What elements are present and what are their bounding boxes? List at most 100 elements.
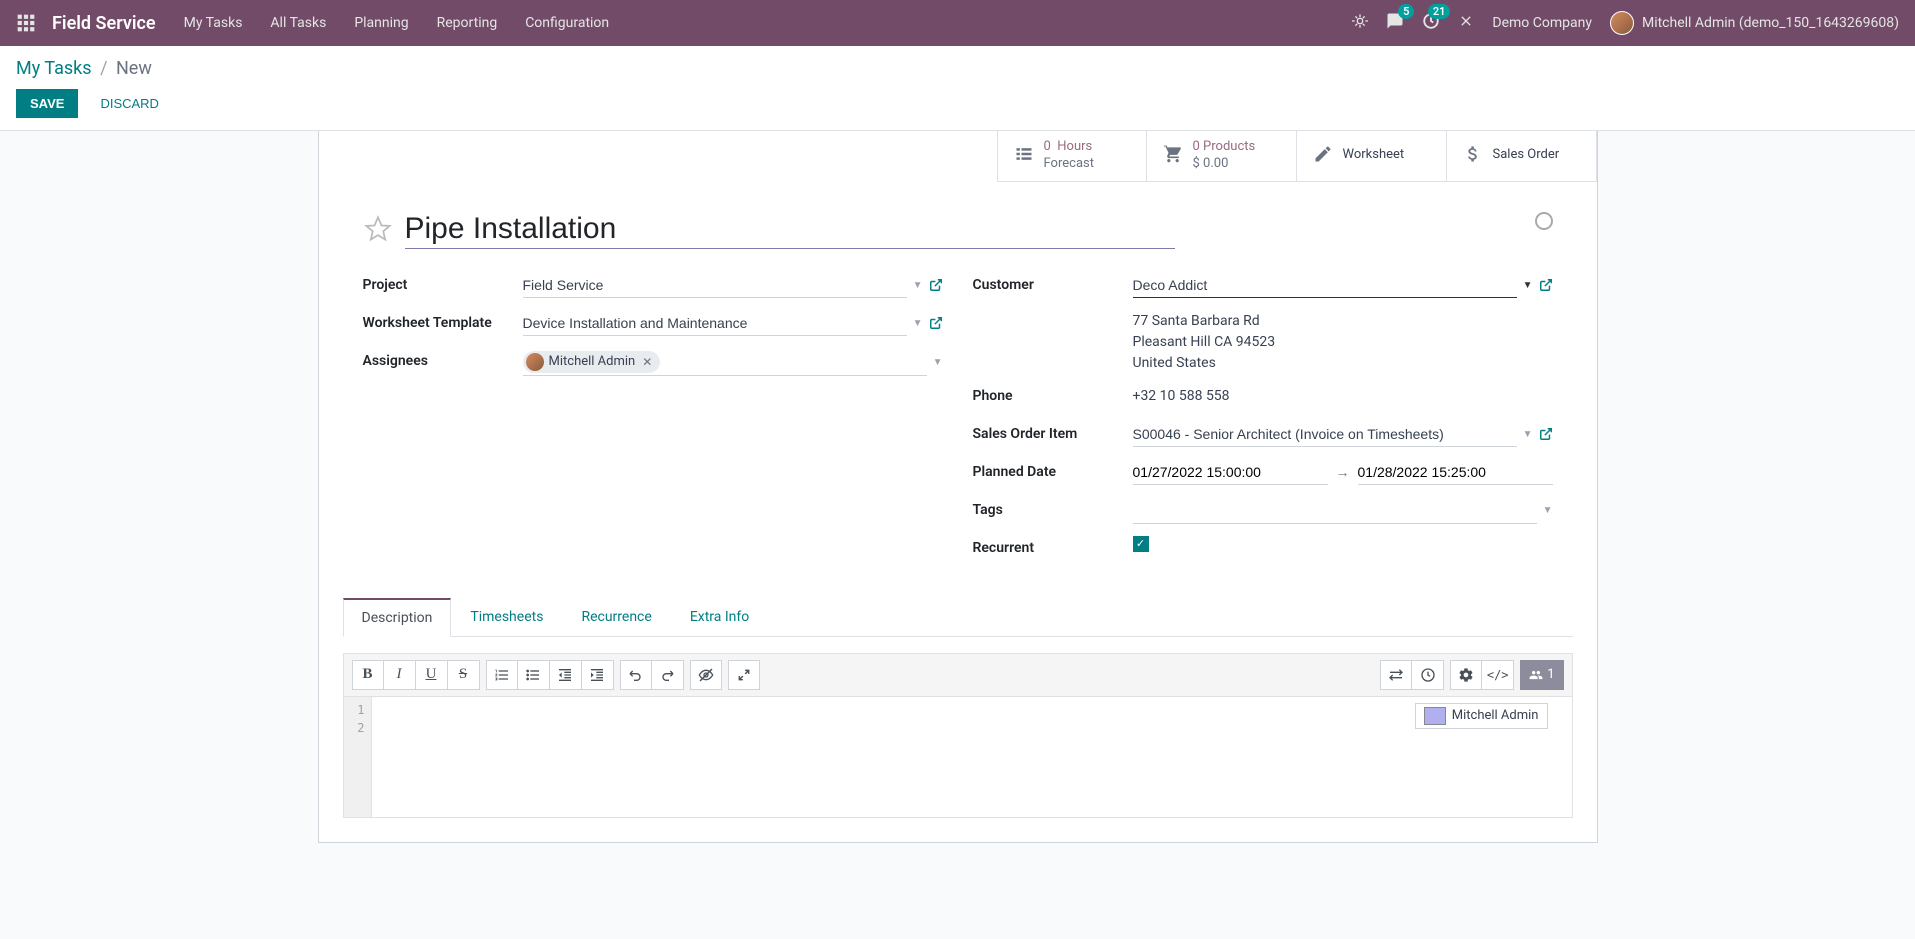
strike-button[interactable]: S [448,660,480,690]
phone-value: +32 10 588 558 [1133,384,1230,408]
nav-planning[interactable]: Planning [354,15,408,31]
fullscreen-button[interactable] [728,660,760,690]
task-title-input[interactable] [405,210,1175,249]
user-name: Mitchell Admin (demo_150_1643269608) [1642,15,1899,31]
external-link-icon[interactable] [929,278,943,292]
debug-icon[interactable] [1352,13,1368,33]
dollar-icon [1463,144,1483,168]
tags-field[interactable] [1133,498,1537,524]
tab-recurrence[interactable]: Recurrence [562,598,670,636]
editor-toolbar: B I U S [344,654,1572,697]
chevron-down-icon[interactable]: ▼ [1523,280,1533,291]
redo-button[interactable] [652,660,684,690]
kanban-state-icon[interactable] [1535,212,1553,230]
bold-button[interactable]: B [352,660,384,690]
breadcrumb: My Tasks / New [16,58,1899,79]
breadcrumb-current: New [116,58,152,79]
worksheet-template-field[interactable] [523,311,907,336]
stat-sales-order[interactable]: Sales Order [1447,131,1597,182]
collab-color-swatch [1424,707,1446,725]
nav-reporting[interactable]: Reporting [437,15,498,31]
label-customer: Customer [973,273,1133,293]
save-button[interactable]: SAVE [16,89,78,118]
nav-configuration[interactable]: Configuration [525,15,609,31]
messaging-badge: 5 [1398,4,1414,19]
code-button[interactable]: </> [1482,660,1514,690]
settings-button[interactable] [1450,660,1482,690]
messaging-icon[interactable]: 5 [1386,12,1404,34]
editor-gutter: 1 2 [344,697,372,817]
ul-button[interactable] [518,660,550,690]
label-sales-order-item: Sales Order Item [973,422,1133,442]
label-worksheet-template: Worksheet Template [363,311,523,331]
visibility-button[interactable] [690,660,722,690]
app-title[interactable]: Field Service [52,13,156,34]
control-panel: My Tasks / New SAVE DISCARD [0,46,1915,131]
breadcrumb-sep: / [100,58,107,79]
chevron-down-icon[interactable]: ▼ [933,357,943,368]
user-avatar [1610,11,1634,35]
collab-user-chip[interactable]: Mitchell Admin [1415,703,1548,729]
stat-hours[interactable]: 0 Hours Forecast [997,131,1147,182]
cp-buttons: SAVE DISCARD [16,89,1899,118]
chevron-down-icon[interactable]: ▼ [1523,429,1533,440]
label-planned-date: Planned Date [973,460,1133,480]
assignee-tag[interactable]: Mitchell Admin ✕ [523,351,661,373]
arrow-right-icon: → [1336,464,1350,481]
ol-button[interactable] [486,660,518,690]
project-field[interactable] [523,273,907,298]
form-body: Project ▼ Worksheet Template [343,273,1573,574]
notebook-tabs: Description Timesheets Recurrence Extra … [343,598,1573,637]
topbar-right: 5 21 Demo Company Mitchell Admin (demo_1… [1352,11,1899,35]
chevron-down-icon[interactable]: ▼ [913,318,923,329]
tools-icon[interactable] [1458,13,1474,33]
priority-star-icon[interactable] [363,214,393,244]
label-tags: Tags [973,498,1133,518]
customer-field[interactable] [1133,273,1517,298]
top-navbar: Field Service My Tasks All Tasks Plannin… [0,0,1915,46]
remove-tag-icon[interactable]: ✕ [642,355,652,369]
history-button[interactable] [1412,660,1444,690]
collab-users-button[interactable]: 1 [1520,660,1563,690]
tab-timesheets[interactable]: Timesheets [451,598,562,636]
external-link-icon[interactable] [1539,278,1553,292]
editor-body: 1 2 Mitchell Admin [344,697,1572,817]
external-link-icon[interactable] [929,316,943,330]
underline-button[interactable]: U [416,660,448,690]
planned-date-from[interactable] [1133,460,1328,485]
stat-worksheet[interactable]: Worksheet [1297,131,1447,182]
tab-description[interactable]: Description [343,598,452,637]
italic-button[interactable]: I [384,660,416,690]
editor-textarea[interactable]: Mitchell Admin [372,697,1572,817]
description-editor: B I U S [343,653,1573,818]
external-link-icon[interactable] [1539,427,1553,441]
nav-my-tasks[interactable]: My Tasks [184,15,243,31]
undo-button[interactable] [620,660,652,690]
tab-extra-info[interactable]: Extra Info [671,598,768,636]
apps-icon[interactable] [16,13,36,33]
nav-all-tasks[interactable]: All Tasks [270,15,326,31]
nav-menu: My Tasks All Tasks Planning Reporting Co… [184,15,610,31]
form-sheet: 0 Hours Forecast 0 Products $ 0.00 [319,131,1597,842]
stat-button-box: 0 Hours Forecast 0 Products $ 0.00 [319,131,1597,182]
recurrent-checkbox[interactable]: ✓ [1133,536,1149,552]
indent-button[interactable] [582,660,614,690]
company-selector[interactable]: Demo Company [1492,15,1592,31]
cart-icon [1163,144,1183,168]
activities-icon[interactable]: 21 [1422,12,1440,34]
breadcrumb-root[interactable]: My Tasks [16,58,92,79]
stat-products[interactable]: 0 Products $ 0.00 [1147,131,1297,182]
chevron-down-icon[interactable]: ▼ [1543,505,1553,516]
label-recurrent: Recurrent [973,536,1133,556]
discard-button[interactable]: DISCARD [86,89,173,118]
customer-address: 77 Santa Barbara Rd Pleasant Hill CA 945… [1133,311,1276,374]
sales-order-item-field[interactable] [1133,422,1517,447]
assignees-field[interactable]: Mitchell Admin ✕ [523,349,927,376]
assignee-name: Mitchell Admin [549,354,636,369]
planned-date-to[interactable] [1358,460,1553,485]
avatar-icon [526,353,544,371]
user-menu[interactable]: Mitchell Admin (demo_150_1643269608) [1610,11,1899,35]
swap-button[interactable] [1380,660,1412,690]
outdent-button[interactable] [550,660,582,690]
chevron-down-icon[interactable]: ▼ [913,280,923,291]
